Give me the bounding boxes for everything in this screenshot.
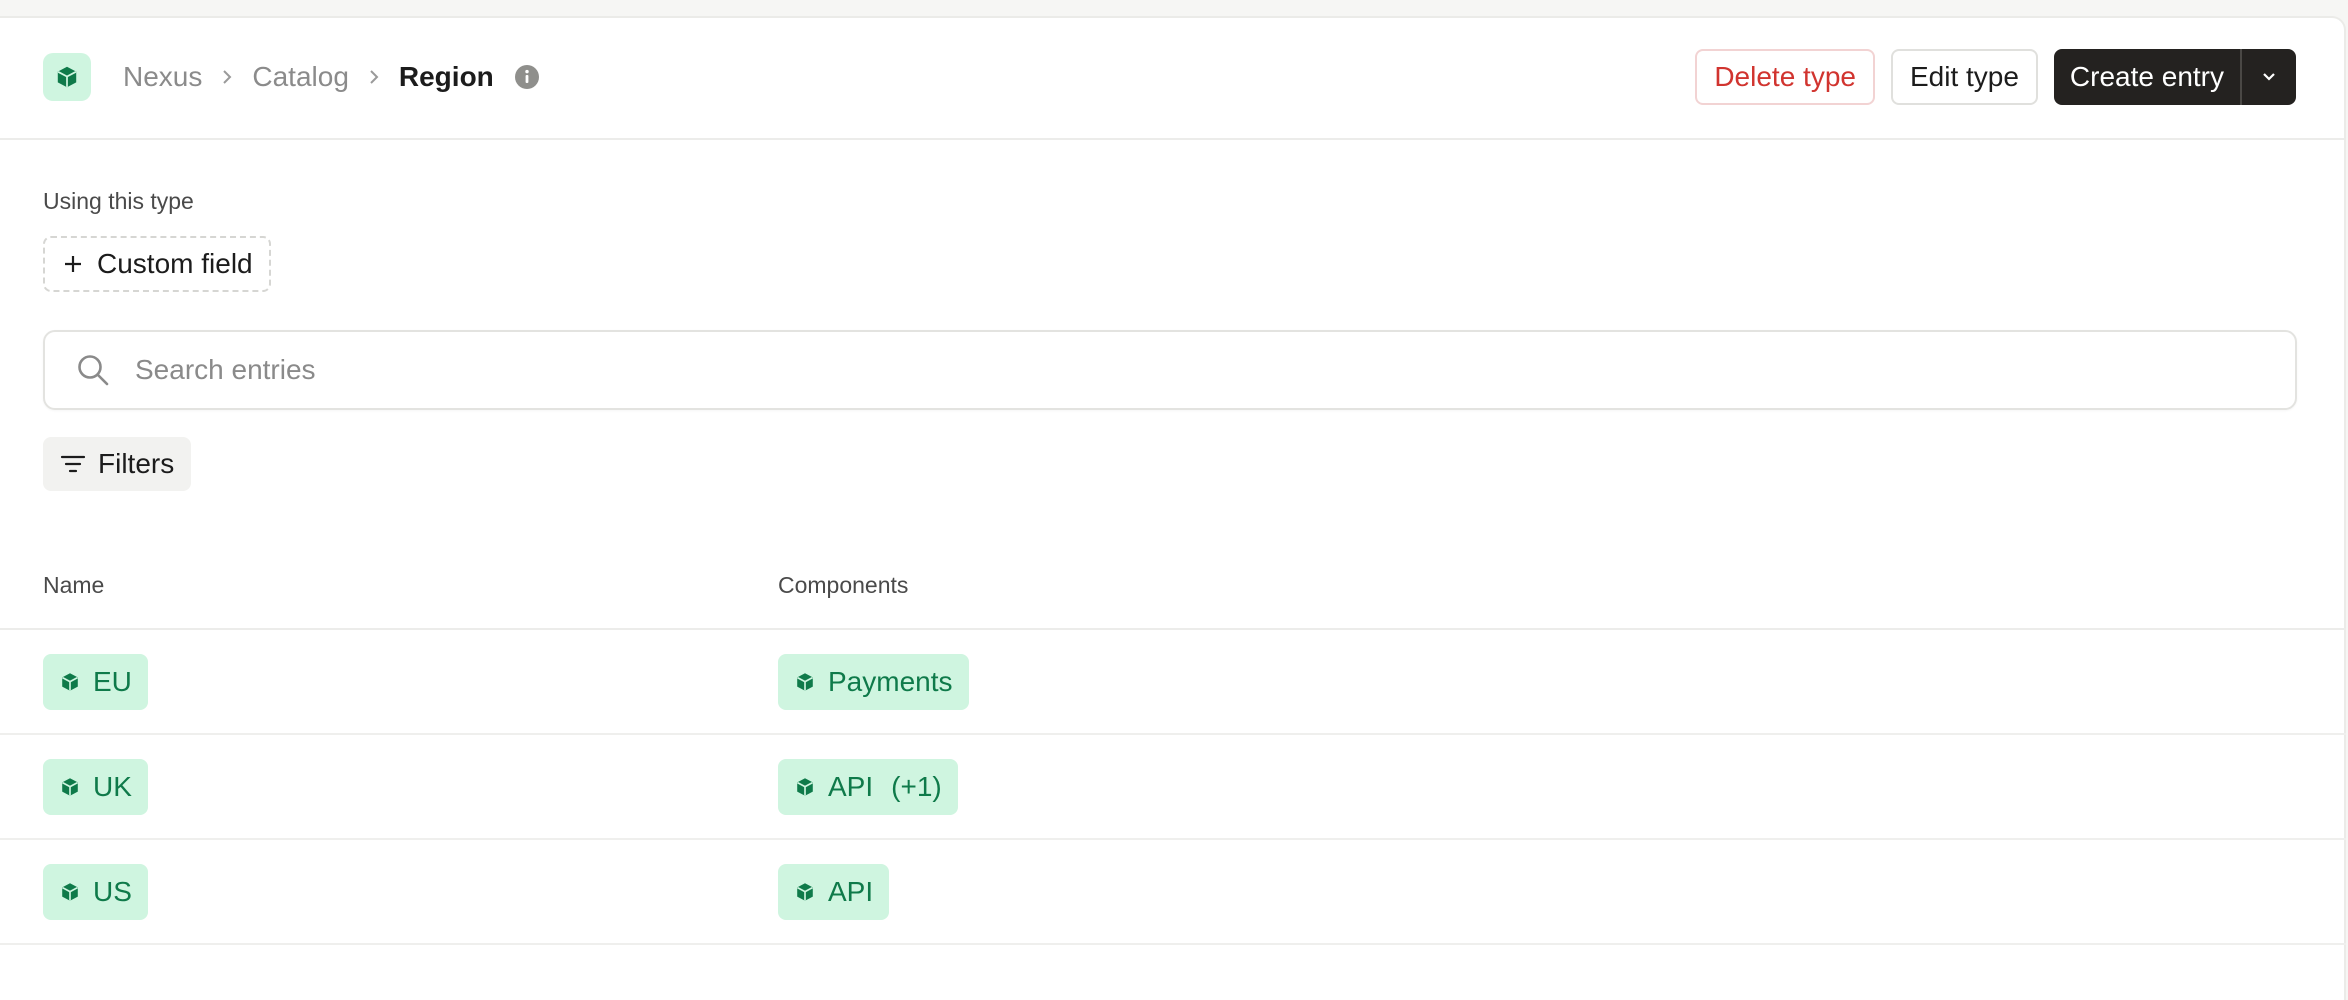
cube-icon (62, 883, 78, 901)
component-name: Payments (828, 666, 953, 697)
entry-name: US (93, 876, 132, 907)
usage-label: Using this type (43, 188, 194, 214)
table-row[interactable]: UK API (+1) (0, 735, 2346, 840)
cube-icon (62, 778, 78, 796)
component-name: API (828, 771, 874, 802)
table-header: Name Components (0, 546, 2346, 630)
cube-icon (797, 778, 813, 796)
table-row[interactable]: EU Payments (0, 630, 2346, 735)
entry-chip[interactable]: UK (43, 759, 148, 815)
chevron-down-icon (2263, 73, 2275, 81)
search-icon (78, 355, 109, 386)
add-custom-field-button[interactable]: Custom field (43, 236, 271, 292)
create-entry-split-button: Create entry (2053, 49, 2296, 105)
component-chip[interactable]: API (778, 864, 890, 920)
column-header-name[interactable]: Name (43, 572, 104, 599)
component-overflow-count: (+1) (891, 771, 942, 802)
column-header-components[interactable]: Components (778, 572, 908, 599)
cube-icon (797, 883, 813, 901)
cube-icon (62, 673, 78, 691)
app-logo[interactable] (43, 53, 91, 101)
breadcrumb: Nexus Catalog Region (123, 54, 540, 100)
cube-icon (57, 66, 77, 88)
entry-name: UK (93, 771, 132, 802)
search-bar (43, 330, 2297, 410)
page-header: Nexus Catalog Region Delete type Edit ty… (0, 18, 2344, 140)
main-panel: Nexus Catalog Region Delete type Edit ty… (0, 16, 2346, 1000)
entry-chip[interactable]: US (43, 864, 148, 920)
create-entry-menu-button[interactable] (2240, 49, 2296, 105)
breadcrumb-nexus[interactable]: Nexus (123, 61, 202, 93)
delete-type-button[interactable]: Delete type (1695, 49, 1875, 105)
search-input[interactable] (133, 353, 2037, 387)
breadcrumb-catalog[interactable]: Catalog (252, 61, 349, 93)
edit-type-button[interactable]: Edit type (1890, 49, 2038, 105)
info-icon[interactable] (514, 64, 540, 90)
create-entry-button[interactable]: Create entry (2054, 49, 2240, 105)
custom-field-label: Custom field (97, 248, 253, 279)
chevron-right-icon (220, 68, 234, 86)
components-cell: API (+1) (778, 759, 958, 815)
entry-name: EU (93, 666, 132, 697)
breadcrumb-region: Region (398, 61, 494, 92)
filters-button[interactable]: Filters (43, 437, 192, 491)
entry-chip[interactable]: EU (43, 654, 148, 710)
filters-label: Filters (98, 448, 175, 479)
name-cell: UK (43, 759, 148, 815)
components-cell: Payments (778, 654, 969, 710)
name-cell: US (43, 864, 148, 920)
cube-icon (797, 673, 813, 691)
header-actions: Delete type Edit type Create entry (1695, 49, 2296, 105)
chevron-right-icon (367, 68, 381, 86)
component-chip[interactable]: Payments (778, 654, 969, 710)
component-name: API (828, 876, 874, 907)
plus-icon (65, 256, 81, 272)
entries-table: Name Components EU Payments UK API (+1) … (0, 546, 2346, 945)
component-chip[interactable]: API (+1) (778, 759, 958, 815)
table-row[interactable]: US API (0, 840, 2346, 945)
components-cell: API (778, 864, 890, 920)
filter-lines-icon (60, 455, 86, 473)
name-cell: EU (43, 654, 148, 710)
